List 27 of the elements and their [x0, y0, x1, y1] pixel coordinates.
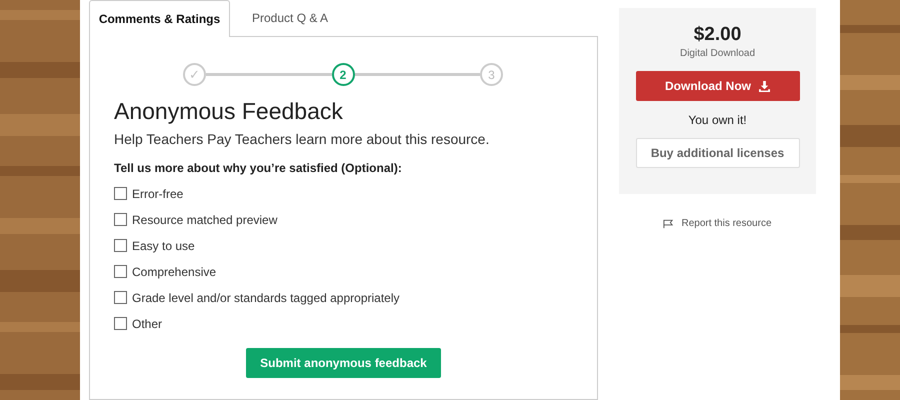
download-button[interactable]: Download Now	[636, 71, 800, 101]
checkbox[interactable]	[114, 239, 127, 252]
step-indicator: ✓	[183, 63, 206, 86]
option-label: Comprehensive	[132, 264, 216, 278]
download-icon	[759, 80, 770, 92]
question-label: Tell us more about why you’re satisfied (Optional):	[114, 161, 403, 175]
ownership-note: You own it!	[688, 113, 747, 127]
option-label: Easy to use	[132, 238, 195, 252]
checkbox[interactable]	[114, 187, 127, 200]
option-label: Other	[132, 316, 162, 330]
option-label: Grade level and/or standards tagged appropriately	[132, 290, 400, 304]
flag-icon	[663, 218, 674, 228]
step-indicator: 3	[480, 63, 503, 86]
format-label: Digital Download	[680, 48, 756, 59]
tab[interactable]: Comments & Ratings	[89, 0, 230, 37]
checkbox[interactable]	[114, 265, 127, 278]
checkbox[interactable]	[114, 317, 127, 330]
price: $2.00	[694, 24, 742, 46]
subheading: Help Teachers Pay Teachers learn more about this resource.	[114, 131, 490, 147]
option-label: Error-free	[132, 186, 184, 200]
heading: Anonymous Feedback	[114, 98, 344, 125]
option-label: Resource matched preview	[132, 212, 278, 226]
checkbox[interactable]	[114, 291, 127, 304]
licenses-button[interactable]: Buy additional licenses	[636, 138, 800, 168]
report-link[interactable]: Report this resource	[681, 218, 772, 229]
step-indicator: 2	[332, 63, 354, 86]
checkbox[interactable]	[114, 213, 127, 226]
